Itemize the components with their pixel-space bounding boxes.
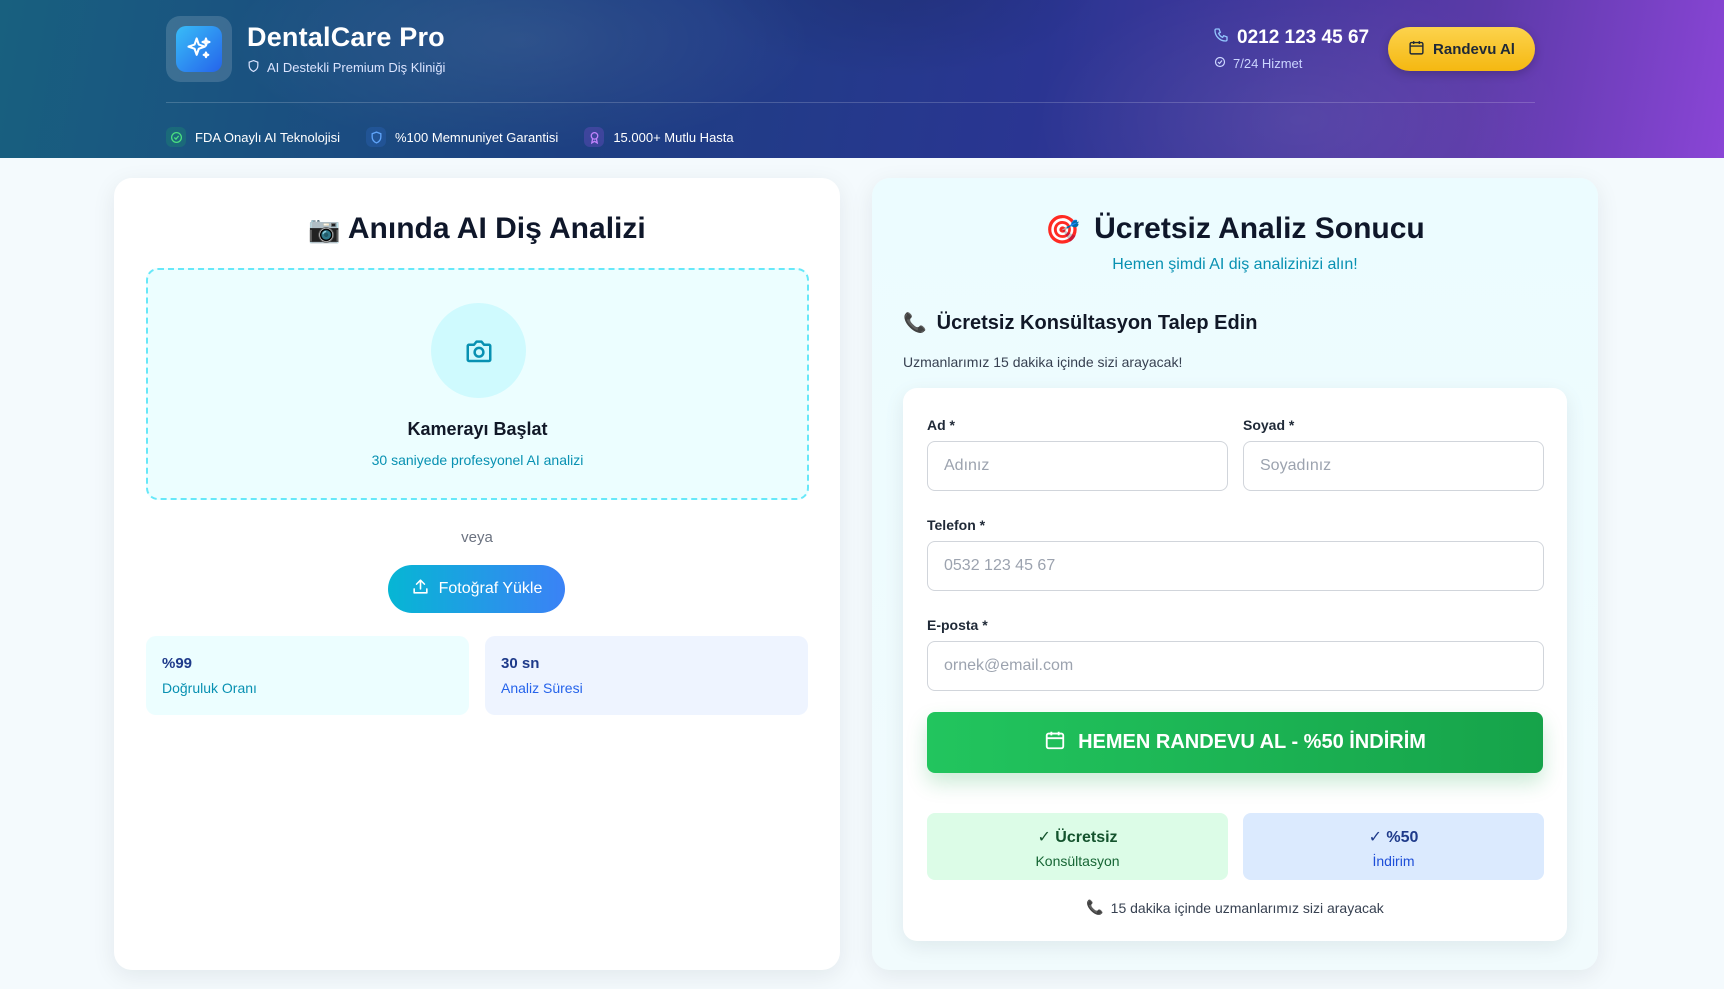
perk-sub: Konsültasyon (1035, 853, 1120, 869)
target-emoji-icon: 🎯 (1045, 213, 1081, 245)
trust-badges: FDA Onaylı AI Teknolojisi %100 Memnuniye… (166, 127, 734, 147)
camera-dropzone[interactable]: Kamerayı Başlat 30 saniyede profesyonel … (146, 268, 809, 500)
call-note: 📞 15 dakika içinde uzmanlarımız sizi ara… (903, 899, 1567, 916)
result-card: 🎯 Ücretsiz Analiz Sonucu Hemen şimdi AI … (872, 178, 1598, 970)
tagline-text: AI Destekli Premium Diş Kliniği (267, 60, 446, 75)
start-camera-label: Kamerayı Başlat (407, 419, 548, 439)
email-label: E-posta * (927, 617, 988, 633)
last-name-input[interactable] (1243, 441, 1544, 491)
consult-heading-text: Ücretsiz Konsültasyon Talep Edin (936, 311, 1258, 334)
brand-tagline: AI Destekli Premium Diş Kliniği (247, 59, 445, 76)
perk-title: ✓ %50 (1368, 829, 1419, 846)
brand-title: DentalCare Pro (247, 22, 445, 52)
shield-icon (366, 127, 386, 147)
service-text: 7/24 Hizmet (1233, 56, 1303, 71)
logo[interactable] (166, 16, 232, 82)
appointment-button-label: Randevu Al (1433, 40, 1515, 58)
badge-fda: FDA Onaylı AI Teknolojisi (166, 127, 340, 147)
badge-guarantee: %100 Memnuniyet Garantisi (366, 127, 558, 147)
calendar-icon (1408, 39, 1425, 60)
stat-label: Analiz Süresi (501, 680, 583, 696)
badge-label: %100 Memnuniyet Garantisi (395, 129, 559, 145)
email-input[interactable] (927, 641, 1544, 691)
badge-label: FDA Onaylı AI Teknolojisi (195, 129, 340, 145)
badge-label: 15.000+ Mutlu Hasta (613, 129, 734, 145)
award-icon (584, 127, 605, 147)
first-name-label: Ad * (927, 417, 955, 433)
phone-number[interactable]: 0212 123 45 67 (1213, 27, 1369, 49)
check-circle-icon (166, 127, 186, 147)
stat-duration: 30 sn Analiz Süresi (485, 636, 808, 715)
shield-icon (247, 59, 260, 76)
upload-photo-button[interactable]: Fotoğraf Yükle (388, 565, 565, 613)
analysis-title-text: Anında AI Diş Analizi (347, 212, 646, 245)
perk-sub: İndirim (1372, 853, 1415, 869)
stat-label: Doğruluk Oranı (162, 680, 257, 696)
service-hours: 7/24 Hizmet (1214, 56, 1302, 71)
upload-icon (411, 577, 430, 601)
result-title: 🎯 Ücretsiz Analiz Sonucu (872, 212, 1598, 246)
stat-value: 30 sn (501, 655, 540, 672)
calendar-icon (1044, 729, 1066, 757)
appointment-button[interactable]: Randevu Al (1388, 27, 1535, 71)
perk-free-consultation: ✓ Ücretsiz Konsültasyon (927, 813, 1228, 880)
analysis-card: 📷 Anında AI Diş Analizi Kamerayı Başlat … (114, 178, 840, 970)
consult-subtitle: Uzmanlarımız 15 dakika içinde sizi araya… (903, 354, 1183, 370)
consult-heading: 📞 Ücretsiz Konsültasyon Talep Edin (903, 311, 1257, 335)
site-header: DentalCare Pro AI Destekli Premium Diş K… (0, 0, 1724, 158)
camera-subtitle: 30 saniyede profesyonel AI analizi (371, 452, 584, 468)
or-divider: veya (461, 529, 493, 546)
last-name-label: Soyad * (1243, 417, 1295, 433)
stat-value: %99 (162, 655, 193, 672)
perk-discount: ✓ %50 İndirim (1243, 813, 1544, 880)
phone-input[interactable] (927, 541, 1544, 591)
result-title-text: Ücretsiz Analiz Sonucu (1094, 212, 1425, 245)
phone-emoji-icon: 📞 (903, 313, 927, 334)
camera-emoji-icon: 📷 (308, 214, 341, 244)
submit-label: HEMEN RANDEVU AL - %50 İNDİRİM (1078, 731, 1426, 753)
phone-emoji-icon: 📞 (1086, 899, 1104, 915)
result-subtitle: Hemen şimdi AI diş analizinizi alın! (1112, 256, 1358, 273)
analysis-title: 📷 Anında AI Diş Analizi (114, 212, 840, 246)
consultation-form: Ad * Soyad * Telefon * E-posta * HEMEN R… (903, 388, 1567, 941)
call-note-text: 15 dakika içinde uzmanlarımız sizi araya… (1110, 899, 1384, 916)
header-divider (166, 102, 1535, 103)
stat-accuracy: %99 Doğruluk Oranı (146, 636, 469, 715)
phone-text: 0212 123 45 67 (1237, 27, 1370, 48)
badge-patients: 15.000+ Mutlu Hasta (584, 127, 734, 147)
upload-photo-label: Fotoğraf Yükle (438, 580, 543, 597)
phone-label: Telefon * (927, 517, 986, 533)
check-circle-icon (1214, 56, 1226, 71)
camera-icon (431, 303, 526, 398)
sparkles-icon (176, 26, 222, 72)
first-name-input[interactable] (927, 441, 1228, 491)
phone-icon (1213, 27, 1229, 49)
submit-appointment-button[interactable]: HEMEN RANDEVU AL - %50 İNDİRİM (927, 712, 1543, 773)
perk-title: ✓ Ücretsiz (1037, 829, 1118, 846)
